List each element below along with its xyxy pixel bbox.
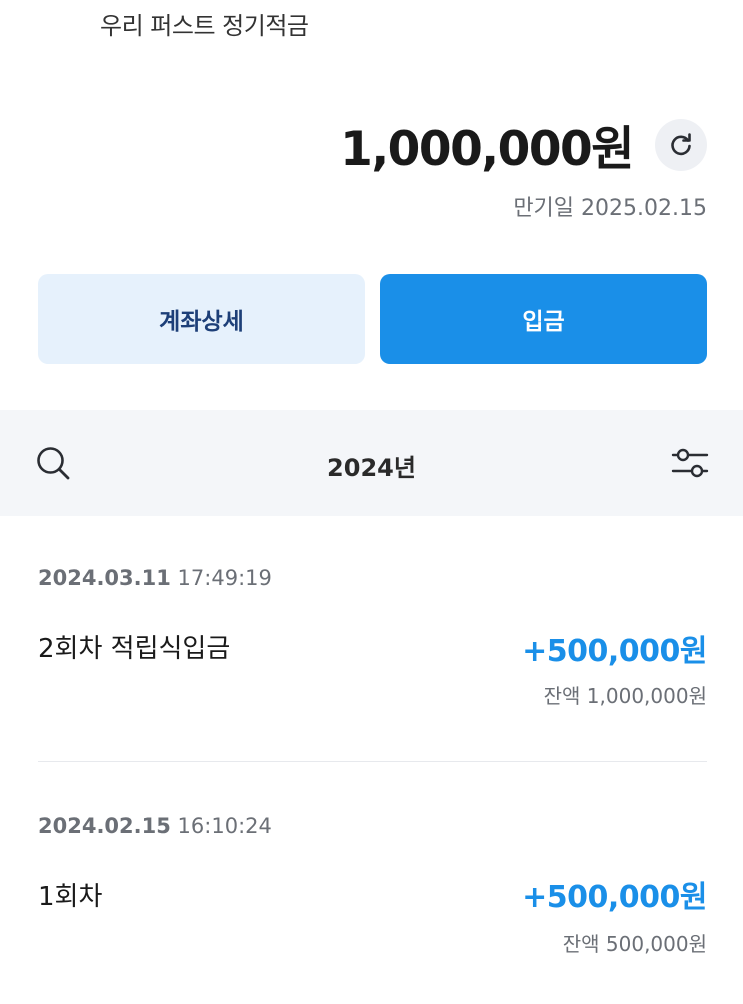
transaction-time: 17:49:19 xyxy=(177,566,272,590)
transaction-date: 2024.02.15 xyxy=(38,814,171,838)
refresh-button[interactable] xyxy=(655,118,707,171)
transaction-amount: +500,000원 xyxy=(522,634,707,669)
filter-bar: 2024년 xyxy=(0,410,743,516)
account-detail-button[interactable]: 계좌상세 xyxy=(38,274,365,364)
divider xyxy=(38,761,707,762)
transaction-datetime: 2024.03.11 17:49:19 xyxy=(38,566,707,590)
transaction-date: 2024.03.11 xyxy=(38,566,171,590)
filter-sliders-icon[interactable] xyxy=(671,445,709,481)
transaction-balance: 잔액 1,000,000원 xyxy=(543,684,707,708)
transaction-datetime: 2024.02.15 16:10:24 xyxy=(38,814,707,838)
account-name: 우리 퍼스트 정기적금 xyxy=(100,12,309,40)
deposit-button[interactable]: 입금 xyxy=(380,274,707,364)
balance-row: 1,000,000원 xyxy=(340,110,707,179)
transaction-item[interactable]: 2024.02.15 16:10:24 1회차 +500,000원 잔액 500… xyxy=(38,814,707,964)
year-label[interactable]: 2024년 xyxy=(0,448,743,483)
transaction-amount: +500,000원 xyxy=(522,880,707,915)
transaction-time: 16:10:24 xyxy=(177,814,272,838)
maturity-date: 만기일 2025.02.15 xyxy=(513,196,707,221)
account-balance: 1,000,000원 xyxy=(340,122,634,177)
transaction-title: 1회차 xyxy=(38,882,103,912)
transaction-item[interactable]: 2024.03.11 17:49:19 2회차 적립식입금 +500,000원 … xyxy=(38,566,707,716)
transaction-title: 2회차 적립식입금 xyxy=(38,634,231,664)
transaction-balance: 잔액 500,000원 xyxy=(562,932,707,956)
refresh-icon xyxy=(671,132,691,155)
